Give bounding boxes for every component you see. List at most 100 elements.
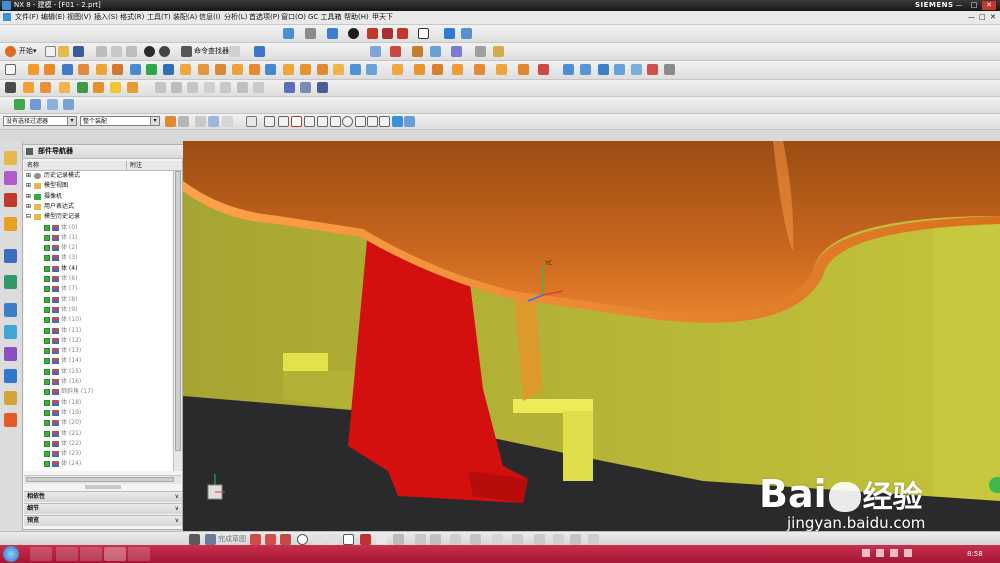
taskbar-firefox-icon[interactable]: [30, 547, 52, 561]
extrude-icon[interactable]: [28, 64, 39, 75]
visibility-checkbox[interactable]: [44, 337, 50, 344]
tree-node[interactable]: 体 (16): [24, 377, 172, 387]
web-browser-tab-icon[interactable]: [4, 249, 17, 263]
assembly-icon[interactable]: [370, 46, 381, 57]
make-corner-icon[interactable]: [450, 534, 461, 545]
model-graphics[interactable]: YC: [183, 141, 1000, 531]
tree-node[interactable]: 体 (1): [24, 233, 172, 243]
edge-blend-icon[interactable]: [232, 64, 243, 75]
quick-extend-icon[interactable]: [430, 534, 441, 545]
expand-toggle-icon[interactable]: ⊞: [26, 192, 31, 202]
tray-network-icon[interactable]: [862, 549, 870, 557]
redo-icon[interactable]: [159, 46, 170, 57]
constraint-icon[interactable]: [451, 46, 462, 57]
snap-midpoint-icon[interactable]: [278, 116, 289, 127]
patch-icon[interactable]: [237, 82, 248, 93]
undo-icon[interactable]: [144, 46, 155, 57]
body-select-icon[interactable]: [208, 116, 219, 127]
thread-icon[interactable]: [127, 82, 138, 93]
expand-toggle-icon[interactable]: ⊞: [26, 181, 31, 191]
wave-link-icon[interactable]: [390, 46, 401, 57]
group-face-icon[interactable]: [538, 64, 549, 75]
delete-face-icon[interactable]: [474, 64, 485, 75]
quick-pick-icon[interactable]: [404, 116, 415, 127]
visibility-checkbox[interactable]: [44, 461, 50, 468]
orient-view-icon[interactable]: [305, 28, 316, 39]
part-navigator-tab-icon[interactable]: [4, 151, 17, 165]
visibility-checkbox[interactable]: [44, 409, 50, 416]
visibility-checkbox[interactable]: [44, 224, 50, 231]
draft-icon[interactable]: [283, 64, 294, 75]
system-scenes-tab-icon[interactable]: [4, 391, 17, 405]
chamfer-icon[interactable]: [249, 64, 260, 75]
expand-toggle-icon[interactable]: ⊞: [26, 202, 31, 212]
snap-endpoint-icon[interactable]: [264, 116, 275, 127]
visibility-checkbox[interactable]: [44, 358, 50, 365]
tree-node[interactable]: 倒斜角 (17): [24, 387, 172, 397]
taskbar-explorer-icon[interactable]: [56, 547, 78, 561]
tree-node[interactable]: 体 (14): [24, 356, 172, 366]
tray-volume-icon[interactable]: [876, 549, 884, 557]
roles-tab-icon[interactable]: [4, 369, 17, 383]
check-geometry-icon[interactable]: [14, 99, 25, 110]
tree-node[interactable]: 体 (13): [24, 346, 172, 356]
rectangle-select-icon[interactable]: [246, 116, 257, 127]
tree-node[interactable]: 体 (18): [24, 398, 172, 408]
column-notes-header[interactable]: 附注: [130, 161, 142, 170]
visibility-checkbox[interactable]: [44, 451, 50, 458]
start-orb-icon[interactable]: [3, 546, 19, 562]
ruler-icon[interactable]: [475, 46, 486, 57]
details-panel[interactable]: 细节 ∨: [24, 503, 182, 514]
show-hide-icon[interactable]: [444, 28, 455, 39]
point-icon[interactable]: [376, 534, 387, 545]
wrap-geometry-icon[interactable]: [204, 82, 215, 93]
fit-view-icon[interactable]: [283, 28, 294, 39]
revolve-icon[interactable]: [44, 64, 55, 75]
visibility-checkbox[interactable]: [44, 245, 50, 252]
open-file-icon[interactable]: [58, 46, 69, 57]
deselect-icon[interactable]: [178, 116, 189, 127]
boss-icon[interactable]: [78, 64, 89, 75]
quick-trim-icon[interactable]: [415, 534, 426, 545]
promote-body-icon[interactable]: [253, 82, 264, 93]
bounded-plane-icon[interactable]: [614, 64, 625, 75]
menu-help[interactable]: 帮助(H): [344, 13, 369, 22]
section-view-icon[interactable]: [367, 28, 378, 39]
trim-body-icon[interactable]: [300, 64, 311, 75]
scope-select[interactable]: 整个装配 ▾: [80, 116, 160, 126]
split-body-icon[interactable]: [317, 64, 328, 75]
snap-control-icon[interactable]: [291, 116, 302, 127]
visibility-checkbox[interactable]: [44, 430, 50, 437]
edit-section-icon[interactable]: [397, 28, 408, 39]
tree-node[interactable]: 体 (0): [24, 223, 172, 233]
tree-node[interactable]: 体 (7): [24, 284, 172, 294]
tree-node[interactable]: 体 (19): [24, 408, 172, 418]
geometric-constraints-icon[interactable]: [534, 534, 545, 545]
alternate-solution-icon[interactable]: [588, 534, 599, 545]
tree-node[interactable]: 体 (3): [24, 253, 172, 263]
polygon-icon[interactable]: [360, 534, 371, 545]
thicken-icon[interactable]: [93, 82, 104, 93]
cylinder-icon[interactable]: [23, 82, 34, 93]
scale-body-icon[interactable]: [187, 82, 198, 93]
tree-node[interactable]: 体 (11): [24, 326, 172, 336]
visibility-checkbox[interactable]: [44, 296, 50, 303]
subtract-icon[interactable]: [198, 64, 209, 75]
tree-node[interactable]: 体 (9): [24, 305, 172, 315]
make-coplanar-icon[interactable]: [518, 64, 529, 75]
menu-window[interactable]: 窗口(O): [281, 13, 306, 22]
sphere-icon[interactable]: [59, 82, 70, 93]
offset-surface-icon[interactable]: [171, 82, 182, 93]
expand-toggle-icon[interactable]: ⊞: [26, 171, 31, 181]
tree-node[interactable]: 体 (4): [24, 264, 172, 274]
visibility-checkbox[interactable]: [44, 379, 50, 385]
new-file-icon[interactable]: [45, 46, 56, 57]
work-layer-icon[interactable]: [461, 28, 472, 39]
sync-move-face-icon[interactable]: [392, 64, 403, 75]
rapid-dimension-icon[interactable]: [512, 534, 523, 545]
suppress-feature-icon[interactable]: [317, 82, 328, 93]
side-helper-tab-icon[interactable]: [989, 477, 1000, 493]
offset-face-icon[interactable]: [333, 64, 344, 75]
tree-node[interactable]: 体 (10): [24, 315, 172, 325]
save-icon[interactable]: [73, 46, 84, 57]
